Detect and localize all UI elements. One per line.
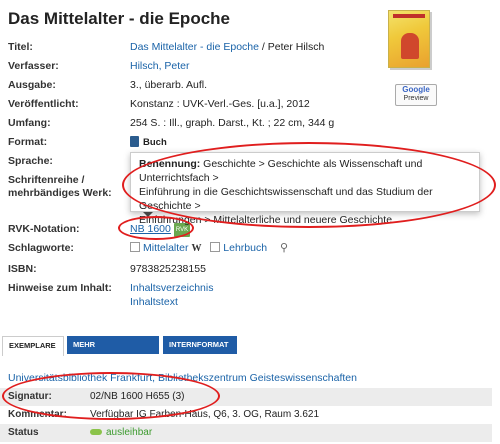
field-value: 9783825238155 [130,263,206,275]
field-label: Schlagworte: [8,242,74,254]
google-preview-sublabel: Preview [403,95,429,102]
status-value: ausleihbar [106,427,153,438]
field-value: Konstanz : UVK-Verl.-Ges. [u.a.], 2012 [130,98,310,110]
tab-exemplare[interactable]: EXEMPLARE [2,336,64,357]
tab-bar: EXEMPLARE MEHR INFORMATIONEN INTERNFORMA… [0,334,500,367]
holding-row-kommentar: Kommentar: Verfügbar IG Farben-Haus, Q6,… [0,406,492,424]
page-title: Das Mittelalter - die Epoche [8,9,230,28]
field-label: Ausgabe: [8,79,56,91]
search-icon[interactable]: ⚲ [280,241,288,255]
field-label: Sprache: [8,155,53,167]
kommentar-value: Verfügbar IG Farben-Haus, Q6, 3. OG, Rau… [90,409,319,420]
field-label: Veröffentlicht: [8,98,79,110]
tab-internformat[interactable]: INTERNFORMAT [163,336,237,354]
holding-row-signatur: Signatur: 02/NB 1600 H655 (3) [0,388,492,406]
field-label: Schriftenreihe / [8,174,85,186]
toc-link[interactable]: Inhaltsverzeichnis [130,282,213,294]
content-text-link[interactable]: Inhaltstext [130,296,178,308]
status-indicator-icon [90,429,102,435]
holdings-panel: Universitätsbibliothek Frankfurt, Biblio… [0,356,500,444]
google-preview-label: Google [402,85,430,94]
tooltip-heading: Benennung: [139,158,201,170]
rvk-tooltip: Benennung: Geschichte > Geschichte als W… [130,152,480,226]
field-label: Titel: [8,41,33,53]
tooltip-line-2: Einführung in die Geschichtswissenschaft… [139,186,433,212]
field-label: Verfasser: [8,60,59,72]
status-label: Status [8,427,39,438]
field-value: 254 S. : Ill., graph. Darst., Kt. ; 22 c… [130,117,335,129]
field-label: Umfang: [8,117,51,129]
google-preview-button[interactable]: Google Preview [395,84,437,106]
wikipedia-icon[interactable]: W [192,243,202,254]
field-label: ISBN: [8,263,37,275]
field-label: Hinweise zum Inhalt: [8,282,112,294]
format-value: Buch [143,137,167,148]
author-link[interactable]: Hilsch, Peter [130,60,190,72]
subject-checkbox[interactable] [130,242,140,252]
signatur-label: Signatur: [8,391,52,402]
subject-checkbox-2[interactable] [210,242,221,252]
tooltip-pointer [143,212,153,217]
signatur-value: 02/NB 1600 H655 (3) [90,391,185,402]
title-link[interactable]: Das Mittelalter - die Epoche [130,41,259,53]
holding-row-status: Status ausleihbar [0,424,492,442]
subject-link-mittelalter[interactable]: Mittelalter [143,242,189,254]
book-cover-image[interactable] [388,10,430,68]
library-link[interactable]: Universitätsbibliothek Frankfurt, Biblio… [8,372,357,384]
field-label: Format: [8,136,48,148]
field-label-2: mehrbändiges Werk: [8,187,112,199]
tooltip-line-3: Einführungen > Mittelalterliche und neue… [139,214,393,226]
book-icon [130,136,139,147]
tab-mehr-informationen[interactable]: MEHR INFORMATIONEN [67,336,159,367]
field-value: 3., überarb. Aufl. [130,79,208,91]
kommentar-label: Kommentar: [8,409,67,420]
subject-link-lehrbuch[interactable]: Lehrbuch [223,242,267,254]
field-label: RVK-Notation: [8,223,80,235]
title-author: / Peter Hilsch [258,41,325,53]
